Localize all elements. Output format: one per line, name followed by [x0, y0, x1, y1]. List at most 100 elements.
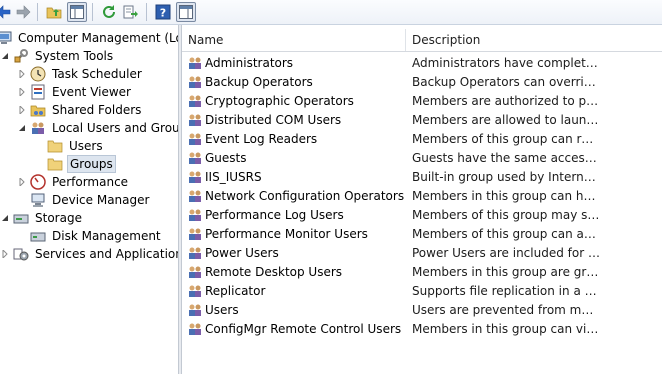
toolbar-separator — [146, 3, 147, 21]
export-list-icon — [123, 5, 138, 19]
expand-icon[interactable] — [17, 105, 27, 115]
list-item[interactable]: Guests Guests have the same access as m.… — [182, 149, 662, 168]
group-name: Cryptographic Operators — [205, 94, 354, 108]
group-name: Users — [205, 303, 239, 317]
tree-item-disk-management[interactable]: Disk Management — [30, 227, 163, 245]
list-item[interactable]: Event Log Readers Members of this group … — [182, 130, 662, 149]
group-description: Administrators have complete an... — [412, 56, 600, 70]
user-group-icon — [187, 112, 203, 128]
forward-button[interactable] — [13, 2, 33, 22]
up-one-level-button[interactable] — [44, 2, 64, 22]
shared-folder-icon — [30, 102, 46, 118]
system-tools-icon — [13, 48, 29, 64]
group-description: Users are prevented from making ... — [412, 303, 600, 317]
list-item[interactable]: Power Users Power Users are included for… — [182, 244, 662, 263]
group-name: Administrators — [205, 56, 294, 70]
group-description: Members in this group can view a... — [412, 322, 600, 336]
tree-label: Storage — [35, 211, 82, 225]
user-group-icon — [187, 207, 203, 223]
list-item[interactable]: Network Configuration Operators Members … — [182, 187, 662, 206]
list-item[interactable]: Administrators Administrators have compl… — [182, 54, 662, 73]
tree-item-task-scheduler[interactable]: Task Scheduler — [17, 65, 144, 83]
group-description: Members of this group may sche... — [412, 208, 600, 222]
collapse-icon[interactable] — [0, 213, 10, 223]
user-group-icon — [30, 120, 46, 136]
user-group-icon — [187, 302, 203, 318]
group-description: Members of this group can read e... — [412, 132, 600, 146]
back-button[interactable] — [0, 2, 14, 22]
tree-label: Performance — [52, 175, 129, 189]
group-name: Remote Desktop Users — [205, 265, 343, 279]
folder-icon — [47, 156, 63, 172]
tree-label: Disk Management — [52, 229, 161, 243]
toolbar-separator — [92, 3, 93, 21]
export-list-button[interactable] — [121, 2, 141, 22]
refresh-icon — [103, 5, 115, 18]
list-item[interactable]: Cryptographic Operators Members are auth… — [182, 92, 662, 111]
group-name: Performance Log Users — [205, 208, 344, 222]
show-hide-action-pane-button[interactable] — [176, 2, 196, 22]
help-button[interactable]: ? — [153, 2, 173, 22]
expand-icon[interactable] — [0, 249, 10, 259]
tree-item-local-users-groups[interactable]: Local Users and Groups — [17, 119, 178, 137]
tree-item-device-manager[interactable]: Device Manager — [30, 191, 151, 209]
tree-item-system-tools[interactable]: System Tools — [0, 47, 115, 65]
clock-icon — [30, 66, 46, 82]
expand-icon[interactable] — [17, 177, 27, 187]
computer-management-icon — [0, 30, 12, 46]
user-group-icon — [187, 55, 203, 71]
list-item[interactable]: ConfigMgr Remote Control Users Members i… — [182, 320, 662, 339]
column-header-name[interactable]: Name — [182, 29, 406, 51]
tree-item-users[interactable]: Users — [47, 137, 105, 155]
tree-label: Task Scheduler — [52, 67, 142, 81]
event-viewer-icon — [30, 84, 46, 100]
collapse-icon[interactable] — [17, 123, 27, 133]
list-header: Name Description — [182, 29, 662, 52]
list-item[interactable]: Performance Monitor Users Members of thi… — [182, 225, 662, 244]
group-name: IIS_IUSRS — [205, 170, 262, 184]
tree-item-computer-management[interactable]: Computer Management (Local — [0, 29, 178, 47]
back-arrow-icon — [0, 5, 11, 19]
list-item[interactable]: Distributed COM Users Members are allowe… — [182, 111, 662, 130]
group-name: Network Configuration Operators — [205, 189, 405, 203]
tree-label: Shared Folders — [52, 103, 142, 117]
user-group-icon — [187, 264, 203, 280]
expand-icon[interactable] — [17, 69, 27, 79]
tree-label: Users — [69, 139, 103, 153]
tree-item-event-viewer[interactable]: Event Viewer — [17, 83, 133, 101]
tree-item-performance[interactable]: Performance — [17, 173, 130, 191]
device-manager-icon — [30, 192, 46, 208]
group-name: Power Users — [205, 246, 279, 260]
tree-item-groups[interactable]: Groups — [47, 155, 116, 173]
tree-item-services-applications[interactable]: Services and Applications — [0, 245, 178, 263]
tree-item-shared-folders[interactable]: Shared Folders — [17, 101, 143, 119]
group-description: Members in this group are grante... — [412, 265, 600, 279]
expand-icon[interactable] — [17, 87, 27, 97]
group-name: Backup Operators — [205, 75, 313, 89]
list-item[interactable]: Remote Desktop Users Members in this gro… — [182, 263, 662, 282]
list-item[interactable]: Performance Log Users Members of this gr… — [182, 206, 662, 225]
group-description: Power Users are included for back... — [412, 246, 600, 260]
column-header-description[interactable]: Description — [406, 29, 662, 51]
show-hide-console-tree-button[interactable] — [67, 2, 87, 22]
group-description: Guests have the same access as m... — [412, 151, 600, 165]
user-group-icon — [187, 131, 203, 147]
collapse-icon[interactable] — [0, 51, 10, 61]
group-name: Performance Monitor Users — [205, 227, 368, 241]
tree-label: System Tools — [35, 49, 114, 63]
group-list: Name Description Administrators Administ… — [182, 25, 662, 374]
list-item[interactable]: Replicator Supports file replication in … — [182, 282, 662, 301]
tree-label: Services and Applications — [35, 247, 178, 261]
group-description: Members of this group can acces... — [412, 227, 600, 241]
list-item[interactable]: IIS_IUSRS Built-in group used by Interne… — [182, 168, 662, 187]
group-description: Members in this group can have s... — [412, 189, 600, 203]
user-group-icon — [187, 169, 203, 185]
folder-icon — [47, 138, 63, 154]
tree-item-storage[interactable]: Storage — [0, 209, 84, 227]
list-item[interactable]: Users Users are prevented from making ..… — [182, 301, 662, 320]
refresh-button[interactable] — [99, 2, 119, 22]
user-group-icon — [187, 93, 203, 109]
list-item[interactable]: Backup Operators Backup Operators can ov… — [182, 73, 662, 92]
user-group-icon — [187, 188, 203, 204]
tree-label: Device Manager — [52, 193, 150, 207]
